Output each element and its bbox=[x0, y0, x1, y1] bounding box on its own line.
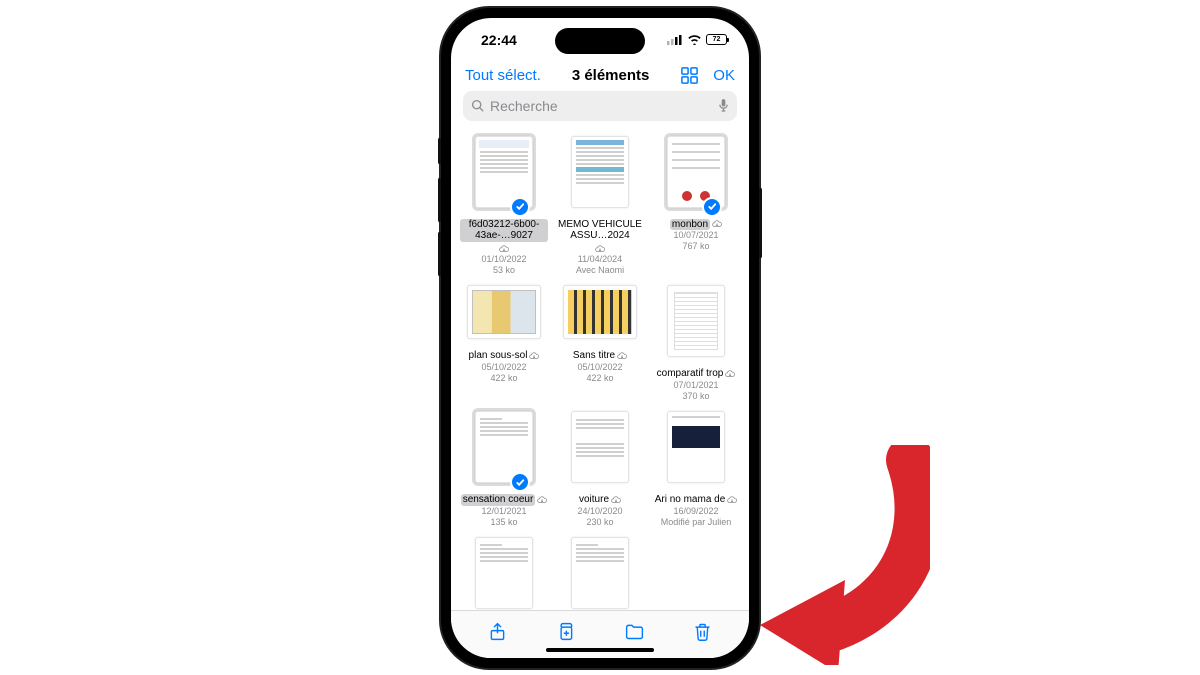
dynamic-island bbox=[555, 28, 645, 54]
file-grid[interactable]: f6d03212-6b00-43ae-…9027 01/10/202253 ko… bbox=[451, 127, 749, 610]
trash-button[interactable] bbox=[692, 621, 713, 647]
search-placeholder: Recherche bbox=[490, 98, 712, 114]
file-item[interactable] bbox=[457, 534, 551, 610]
search-icon bbox=[471, 99, 484, 112]
page-title: 3 éléments bbox=[572, 67, 650, 84]
selected-check-icon bbox=[510, 472, 530, 492]
file-name: MEMO VEHICULE ASSU…2024 bbox=[556, 219, 644, 254]
selected-check-icon bbox=[510, 197, 530, 217]
file-size: 767 ko bbox=[682, 241, 709, 252]
nav-bar: Tout sélect. 3 éléments OK bbox=[451, 62, 749, 91]
search-input[interactable]: Recherche bbox=[463, 91, 737, 121]
file-item[interactable]: f6d03212-6b00-43ae-…9027 01/10/202253 ko bbox=[457, 133, 551, 281]
file-name: sensation coeur bbox=[461, 494, 548, 506]
battery-icon: 72 bbox=[706, 34, 727, 45]
file-size: 53 ko bbox=[493, 265, 515, 276]
file-name: Ari no mama de bbox=[655, 494, 738, 506]
file-name: voiture bbox=[579, 494, 621, 506]
file-item[interactable]: Ari no mama de 16/09/2022Modifié par Jul… bbox=[649, 408, 743, 532]
file-date: 11/04/2024 bbox=[578, 254, 622, 265]
wifi-icon bbox=[687, 34, 702, 45]
duplicate-button[interactable] bbox=[555, 621, 576, 647]
file-item[interactable] bbox=[553, 534, 647, 610]
selected-check-icon bbox=[702, 197, 722, 217]
mic-icon[interactable] bbox=[718, 98, 729, 113]
cellular-icon bbox=[667, 34, 683, 45]
file-item[interactable]: comparatif trop 07/01/2021370 ko bbox=[649, 282, 743, 406]
file-extra: Modifié par Julien bbox=[661, 517, 732, 528]
file-name: f6d03212-6b00-43ae-…9027 bbox=[460, 219, 548, 254]
phone-frame: 22:44 72 Tout sélect. 3 éléments OK Rech… bbox=[441, 8, 759, 668]
file-size: 230 ko bbox=[586, 517, 613, 528]
file-item[interactable]: monbon 10/07/2021767 ko bbox=[649, 133, 743, 281]
file-date: 07/01/2021 bbox=[673, 380, 718, 391]
file-item[interactable]: MEMO VEHICULE ASSU…2024 11/04/2024Avec N… bbox=[553, 133, 647, 281]
file-date: 12/01/2021 bbox=[481, 506, 526, 517]
status-time: 22:44 bbox=[481, 32, 517, 48]
file-date: 16/09/2022 bbox=[673, 506, 718, 517]
file-name: comparatif trop bbox=[657, 368, 736, 380]
file-name: plan sous-sol bbox=[469, 350, 540, 362]
file-name: monbon bbox=[670, 219, 722, 231]
pointer-arrow bbox=[740, 445, 930, 665]
file-size: 370 ko bbox=[682, 391, 709, 402]
file-item[interactable]: plan sous-sol 05/10/2022422 ko bbox=[457, 282, 551, 406]
file-size: 422 ko bbox=[586, 373, 613, 384]
ok-button[interactable]: OK bbox=[713, 67, 735, 84]
status-indicators: 72 bbox=[667, 34, 727, 45]
file-item[interactable]: voiture 24/10/2020230 ko bbox=[553, 408, 647, 532]
share-button[interactable] bbox=[487, 621, 508, 647]
file-date: 01/10/2022 bbox=[481, 254, 526, 265]
file-date: 24/10/2020 bbox=[577, 506, 622, 517]
select-all-button[interactable]: Tout sélect. bbox=[465, 67, 541, 84]
file-size: 135 ko bbox=[490, 517, 517, 528]
file-extra: Avec Naomi bbox=[576, 265, 624, 276]
file-name: Sans titre bbox=[573, 350, 627, 362]
home-indicator bbox=[546, 648, 654, 652]
file-date: 05/10/2022 bbox=[577, 362, 622, 373]
file-item[interactable]: sensation coeur 12/01/2021135 ko bbox=[457, 408, 551, 532]
file-item[interactable]: Sans titre 05/10/2022422 ko bbox=[553, 282, 647, 406]
grid-view-icon[interactable] bbox=[680, 66, 699, 85]
file-date: 05/10/2022 bbox=[481, 362, 526, 373]
screen: 22:44 72 Tout sélect. 3 éléments OK Rech… bbox=[451, 18, 749, 658]
move-folder-button[interactable] bbox=[624, 621, 645, 647]
file-size: 422 ko bbox=[490, 373, 517, 384]
file-date: 10/07/2021 bbox=[673, 230, 718, 241]
